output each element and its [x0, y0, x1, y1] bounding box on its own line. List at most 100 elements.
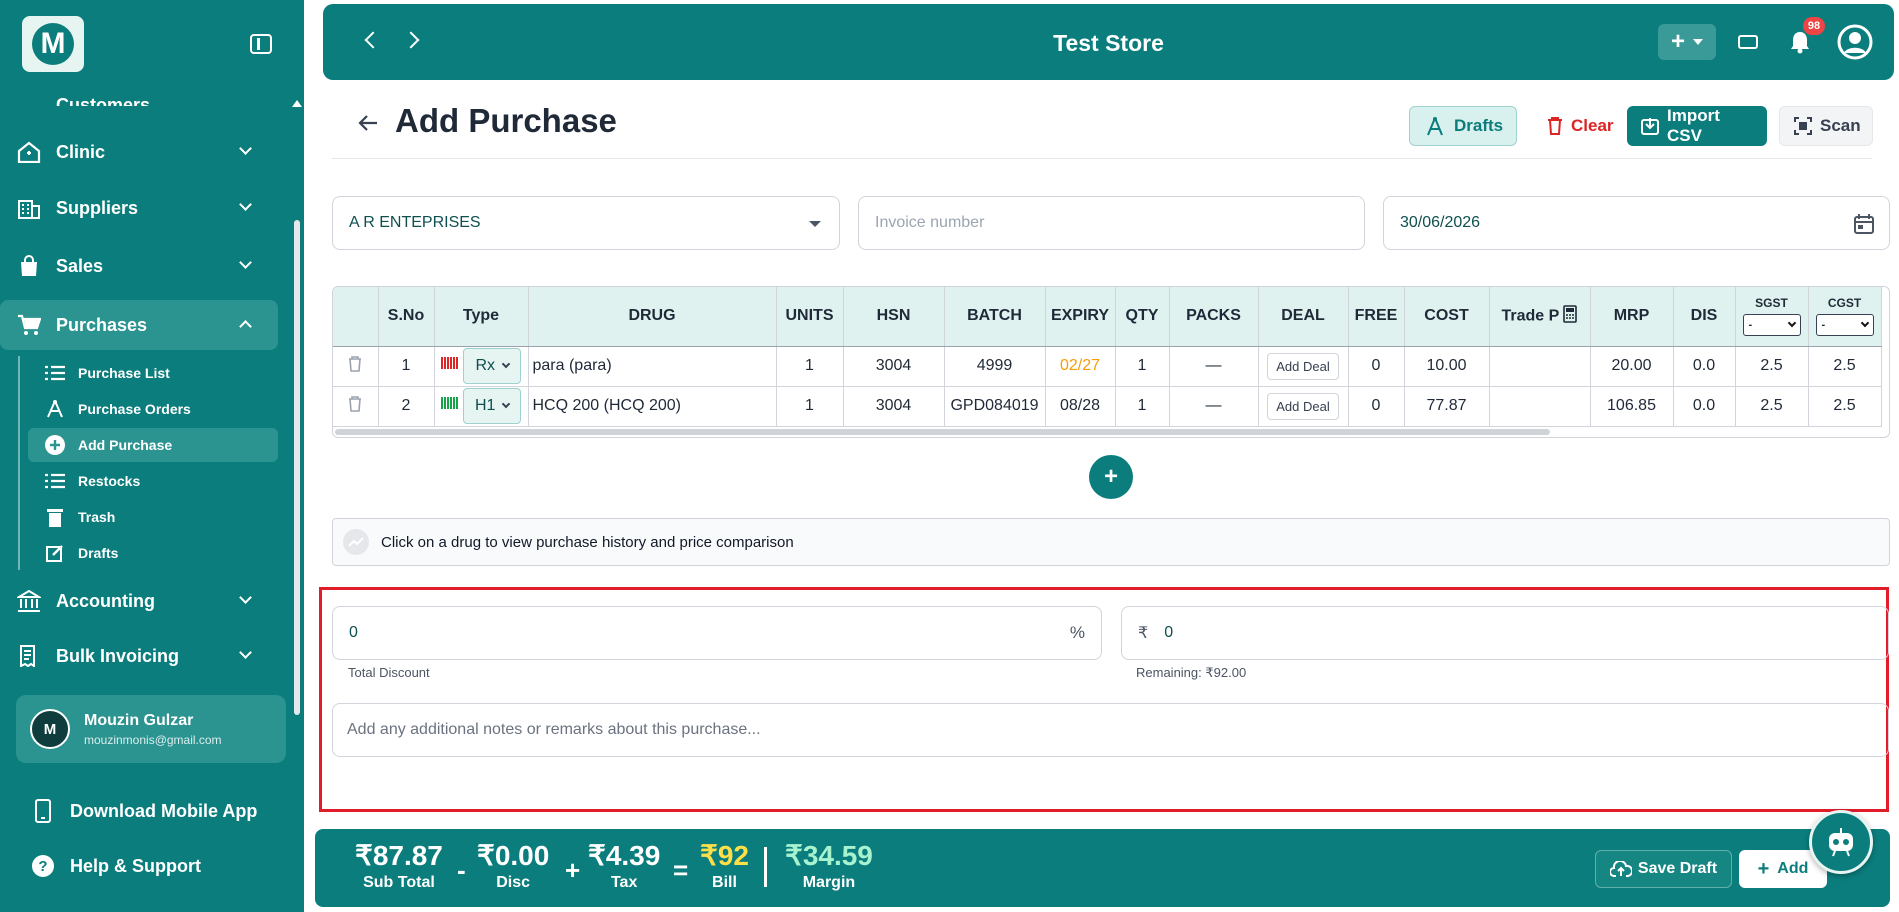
- chevron-down-icon: [1860, 319, 1869, 328]
- cell-sgst[interactable]: 2.5: [1735, 346, 1809, 387]
- import-csv-button[interactable]: Import CSV: [1627, 106, 1767, 146]
- table-row[interactable]: 2 H1 HCQ 200 (HCQ 200) 1 3004 GPD084019 …: [333, 386, 1882, 427]
- chevron-down-icon: [239, 591, 252, 604]
- chevron-down-icon: [239, 198, 252, 211]
- cell-cgst[interactable]: 2.5: [1808, 346, 1882, 387]
- clear-button[interactable]: Clear: [1533, 106, 1614, 146]
- col-sgst-label: SGST: [1755, 296, 1788, 311]
- chevron-up-icon: [239, 320, 252, 333]
- user-card[interactable]: M Mouzin Gulzar mouzinmonis@gmail.com: [16, 695, 286, 763]
- type-select[interactable]: H1: [463, 388, 522, 424]
- tax-value: ₹4.39: [588, 840, 661, 871]
- cell-hsn[interactable]: 3004: [843, 346, 945, 387]
- sidebar-scrollbar[interactable]: [294, 220, 300, 715]
- chevron-down-icon: [501, 359, 511, 369]
- supplier-value: A R ENTEPRISES: [349, 214, 481, 231]
- cell-drug[interactable]: HCQ 200 (HCQ 200): [528, 386, 777, 427]
- download-mobile-app-link[interactable]: Download Mobile App: [30, 799, 257, 823]
- cell-cgst[interactable]: 2.5: [1808, 386, 1882, 427]
- sidebar-item-bulk-invoicing[interactable]: Bulk Invoicing: [0, 631, 278, 681]
- sidebar-subitem-purchase-list[interactable]: Purchase List: [28, 356, 278, 390]
- calendar-icon[interactable]: [1853, 213, 1875, 240]
- invoice-number-input[interactable]: Invoice number: [858, 196, 1365, 250]
- app-logo[interactable]: M: [22, 16, 84, 72]
- sidebar-subitem-add-purchase[interactable]: Add Purchase: [28, 428, 278, 462]
- cell-batch[interactable]: 4999: [944, 346, 1046, 387]
- scan-label: Scan: [1820, 116, 1861, 135]
- minus-operator: -: [457, 855, 466, 885]
- discount-total-label: Disc: [496, 874, 531, 891]
- cell-trade-p[interactable]: [1489, 346, 1591, 387]
- scroll-up-arrow-icon[interactable]: [292, 100, 302, 107]
- sidebar-item-suppliers[interactable]: Suppliers: [0, 183, 278, 233]
- cell-dis[interactable]: 0.0: [1673, 346, 1736, 387]
- back-arrow-icon[interactable]: [358, 114, 378, 137]
- cell-trade-p[interactable]: [1489, 386, 1591, 427]
- chevron-down-icon: [239, 142, 252, 155]
- scan-button[interactable]: Scan: [1779, 106, 1873, 146]
- save-draft-button[interactable]: Save Draft: [1595, 850, 1732, 888]
- cell-expiry[interactable]: 08/28: [1045, 386, 1116, 427]
- row-delete-cell: [333, 386, 379, 427]
- keyboard-icon[interactable]: [1738, 35, 1758, 49]
- cell-mrp[interactable]: 106.85: [1590, 386, 1674, 427]
- profile-icon[interactable]: [1837, 24, 1873, 65]
- cell-free[interactable]: 0: [1348, 386, 1405, 427]
- bill-stat: ₹92 Bill: [700, 839, 749, 892]
- sidebar-collapse-icon[interactable]: [250, 34, 272, 54]
- sidebar-subitem-drafts[interactable]: Drafts: [28, 536, 278, 570]
- help-support-link[interactable]: ? Help & Support: [30, 854, 201, 878]
- sidebar-item-accounting[interactable]: Accounting: [0, 576, 278, 626]
- sidebar-item-sales[interactable]: Sales: [0, 241, 278, 291]
- calculator-icon[interactable]: [1563, 304, 1578, 328]
- discount-amount-input[interactable]: ₹ 0: [1121, 606, 1889, 660]
- bag-icon: [16, 254, 42, 278]
- cell-cost[interactable]: 10.00: [1404, 346, 1490, 387]
- add-deal-button[interactable]: Add Deal: [1267, 352, 1339, 380]
- sidebar-subitem-purchase-orders[interactable]: Purchase Orders: [28, 392, 278, 426]
- cell-mrp[interactable]: 20.00: [1590, 346, 1674, 387]
- trash-icon[interactable]: [348, 395, 362, 417]
- cell-hsn[interactable]: 3004: [843, 386, 945, 427]
- cell-sgst[interactable]: 2.5: [1735, 386, 1809, 427]
- sidebar-subitem-label: Drafts: [78, 545, 119, 561]
- date-input[interactable]: 30/06/2026: [1383, 196, 1890, 250]
- supplier-select[interactable]: A R ENTEPRISES: [332, 196, 840, 250]
- cell-qty[interactable]: 1: [1115, 346, 1170, 387]
- drafts-label: Drafts: [1454, 116, 1504, 135]
- sidebar-item-customers[interactable]: Customers: [0, 82, 278, 106]
- drafts-button[interactable]: Drafts: [1409, 106, 1517, 146]
- cell-sno: 2: [378, 386, 435, 427]
- chevron-down-icon: [239, 646, 252, 659]
- sidebar-item-purchases[interactable]: Purchases: [0, 300, 278, 350]
- cgst-select[interactable]: -: [1815, 314, 1874, 337]
- add-deal-button[interactable]: Add Deal: [1267, 392, 1339, 420]
- cell-free[interactable]: 0: [1348, 346, 1405, 387]
- cart-icon: [16, 313, 42, 337]
- table-row[interactable]: 1 Rx para (para) 1 3004 4999 02/27 1 — A…: [333, 346, 1882, 387]
- cell-expiry[interactable]: 02/27: [1045, 346, 1116, 387]
- col-dis: DIS: [1673, 287, 1736, 347]
- quick-add-button[interactable]: +: [1658, 24, 1716, 60]
- cell-packs: —: [1169, 386, 1259, 427]
- type-select[interactable]: Rx: [463, 348, 522, 384]
- sidebar-subitem-trash[interactable]: Trash: [28, 500, 278, 534]
- col-expiry: EXPIRY: [1045, 287, 1116, 347]
- cell-batch[interactable]: GPD084019: [944, 386, 1046, 427]
- list-icon: [44, 471, 66, 491]
- add-row-button[interactable]: +: [1089, 455, 1133, 499]
- trash-icon[interactable]: [348, 355, 362, 377]
- sgst-select[interactable]: -: [1742, 314, 1801, 337]
- cell-units[interactable]: 1: [776, 386, 844, 427]
- discount-percent-input[interactable]: 0 %: [332, 606, 1102, 660]
- cell-drug[interactable]: para (para): [528, 346, 777, 387]
- cell-cost[interactable]: 77.87: [1404, 386, 1490, 427]
- cell-qty[interactable]: 1: [1115, 386, 1170, 427]
- cell-units[interactable]: 1: [776, 346, 844, 387]
- sidebar-subitem-restocks[interactable]: Restocks: [28, 464, 278, 498]
- notes-input[interactable]: Add any additional notes or remarks abou…: [332, 703, 1889, 757]
- sidebar-item-clinic[interactable]: Clinic: [0, 127, 278, 177]
- cell-dis[interactable]: 0.0: [1673, 386, 1736, 427]
- assistant-bot-icon[interactable]: [1809, 810, 1873, 874]
- table-horizontal-scrollbar[interactable]: [335, 429, 1550, 435]
